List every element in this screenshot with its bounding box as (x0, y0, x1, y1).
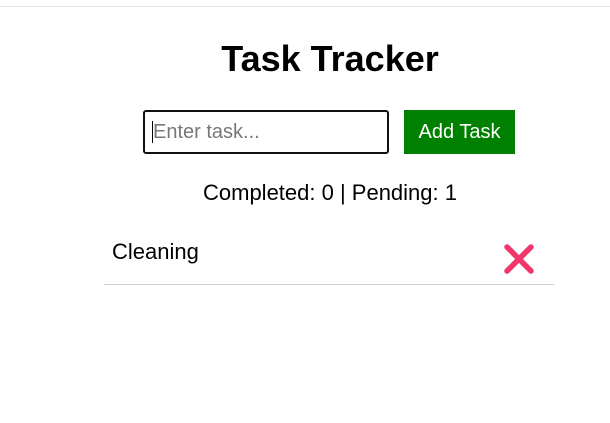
task-stats: Completed: 0 | Pending: 1 (203, 180, 457, 205)
task-item: Cleaning (104, 228, 554, 285)
delete-task-button[interactable] (502, 242, 536, 276)
text-caret (152, 121, 153, 143)
task-tracker-app: Task Tracker Add Task Completed: 0 | Pen… (0, 0, 610, 423)
task-input[interactable] (143, 110, 389, 154)
task-label[interactable]: Cleaning (112, 239, 199, 265)
close-icon (502, 242, 536, 276)
task-list: Cleaning (104, 228, 554, 285)
page-title: Task Tracker (221, 38, 439, 79)
add-task-button[interactable]: Add Task (404, 110, 515, 154)
